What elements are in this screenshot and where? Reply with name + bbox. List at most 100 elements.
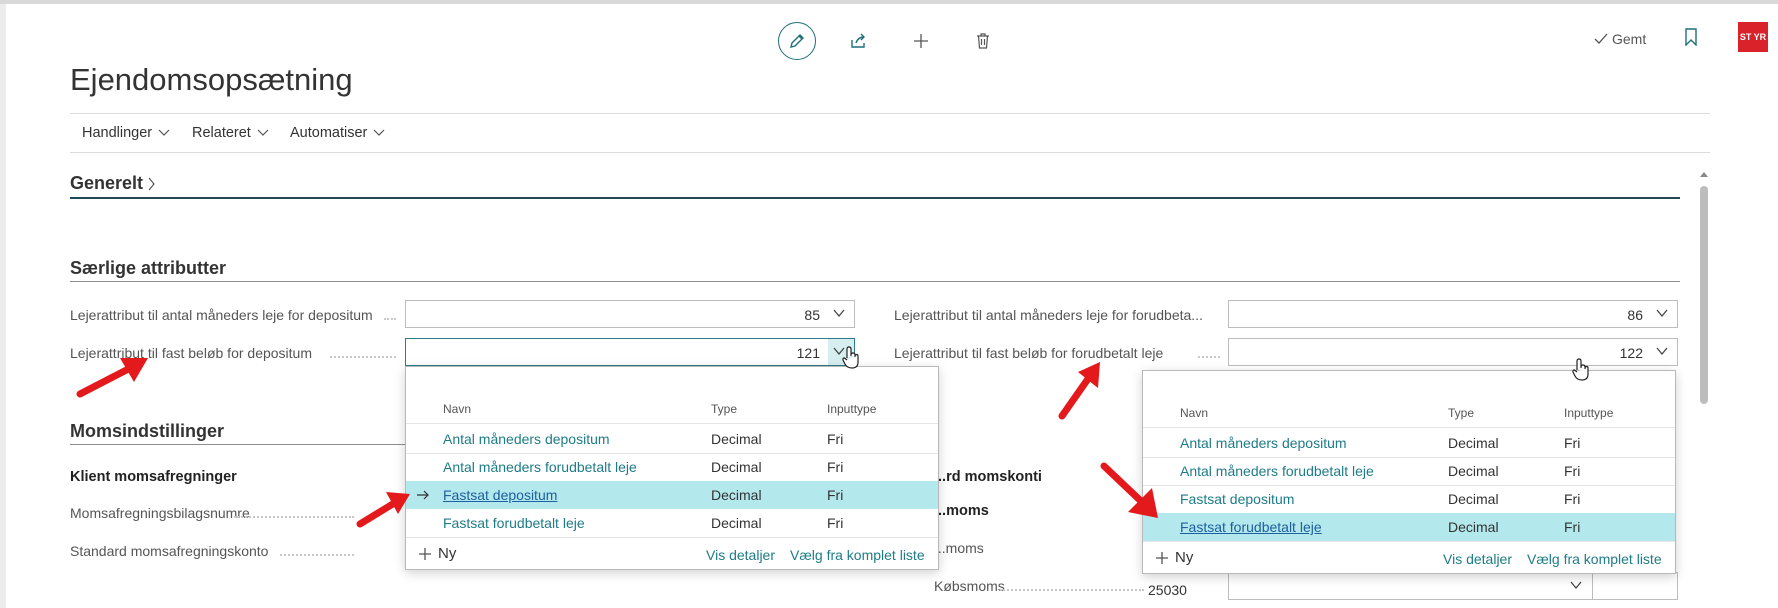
- deposit-fixed-input[interactable]: 121: [405, 338, 855, 366]
- row-name[interactable]: Fastsat depositum: [443, 487, 557, 503]
- show-details-link[interactable]: Vis detaljer: [1443, 551, 1512, 567]
- chevron-right-icon: [148, 177, 155, 190]
- section-special-line: [70, 281, 1680, 282]
- avatar[interactable]: ST YR: [1738, 22, 1768, 52]
- prepaid-months-input[interactable]: 86: [1228, 300, 1678, 328]
- column-header-input-type: Inputtype: [827, 402, 877, 416]
- new-button[interactable]: Ny: [418, 545, 456, 562]
- row-input-type: Fri: [1564, 463, 1581, 479]
- lookup-row-selected[interactable]: Fastsat forudbetalt leje Decimal Fri: [1143, 513, 1675, 541]
- delete-button[interactable]: [964, 22, 1002, 60]
- prepaid-fixed-input[interactable]: 122: [1228, 338, 1678, 366]
- header-separator: [406, 423, 938, 424]
- deposit-months-value: 85: [804, 307, 820, 323]
- scroll-up-icon[interactable]: [1698, 170, 1710, 178]
- row-name[interactable]: Fastsat forudbetalt leje: [1180, 519, 1322, 535]
- menu-relateret[interactable]: Relateret: [192, 125, 269, 141]
- hand-cursor-icon: [842, 346, 859, 369]
- lookup-dropdown-prepaid: Navn Type Inputtype Antal måneders depos…: [1142, 370, 1676, 574]
- menu-relateret-label: Relateret: [192, 125, 251, 141]
- section-vat-line: [70, 444, 405, 445]
- deposit-months-input[interactable]: 85: [405, 300, 855, 328]
- chevron-down-icon[interactable]: [1655, 344, 1669, 358]
- menu-automatiser[interactable]: Automatiser: [290, 125, 385, 141]
- lookup-row[interactable]: Fastsat forudbetalt leje Decimal Fri: [406, 509, 938, 537]
- check-icon: [1594, 33, 1608, 44]
- menu-handlinger[interactable]: Handlinger: [82, 125, 170, 141]
- section-vat-settings: Momsindstillinger: [70, 421, 225, 441]
- arrow-right-icon: [417, 490, 429, 500]
- row-input-type: Fri: [827, 515, 844, 531]
- lookup-row[interactable]: Antal måneders forudbetalt leje Decimal …: [1143, 457, 1675, 485]
- row-name[interactable]: Antal måneders depositum: [443, 431, 610, 447]
- dotted-leader: [1000, 589, 1144, 591]
- show-details-link[interactable]: Vis detaljer: [706, 547, 775, 563]
- hand-cursor-icon: [1572, 358, 1589, 381]
- section-special-attributes: Særlige attributter: [70, 258, 227, 278]
- select-full-list-link[interactable]: Vælg fra komplet liste: [790, 547, 925, 563]
- row-name[interactable]: Antal måneders forudbetalt leje: [443, 459, 637, 475]
- row-type: Decimal: [711, 459, 762, 475]
- row-input-type: Fri: [1564, 491, 1581, 507]
- deposit-months-label: Lejerattribut til antal måneders leje fo…: [70, 307, 373, 323]
- row-name[interactable]: Antal måneders forudbetalt leje: [1180, 463, 1374, 479]
- lookup-row[interactable]: Fastsat depositum Decimal Fri: [1143, 485, 1675, 513]
- section-generelt-line: [70, 197, 1680, 199]
- plus-icon: [419, 547, 431, 560]
- vat-account-label: Standard momsafregningskonto: [70, 543, 269, 559]
- prepaid-months-label: Lejerattribut til antal måneders leje fo…: [894, 307, 1203, 323]
- saved-label: Gemt: [1612, 31, 1647, 47]
- dotted-leader: [330, 356, 396, 358]
- lookup-row[interactable]: Antal måneders depositum Decimal Fri: [406, 425, 938, 453]
- chevron-down-icon[interactable]: [832, 306, 846, 320]
- row-type: Decimal: [711, 487, 762, 503]
- edit-button[interactable]: [778, 22, 816, 60]
- lookup-row-selected[interactable]: Fastsat depositum Decimal Fri: [406, 481, 938, 509]
- lookup-row[interactable]: Antal måneders depositum Decimal Fri: [1143, 429, 1675, 457]
- row-name[interactable]: Antal måneders depositum: [1180, 435, 1347, 451]
- new-label: Ny: [1175, 549, 1194, 566]
- chevron-down-icon[interactable]: [1569, 578, 1583, 592]
- new-button[interactable]: Ny: [1155, 549, 1193, 566]
- menu-automatiser-label: Automatiser: [290, 125, 368, 141]
- bookmark-icon: [1685, 28, 1697, 47]
- saved-status: Gemt: [1594, 31, 1646, 47]
- footer-separator: [1143, 541, 1675, 542]
- dotted-leader: [1198, 356, 1220, 358]
- lookup-dropdown-deposit: Navn Type Inputtype Antal måneders depos…: [405, 366, 939, 570]
- select-full-list-link[interactable]: Vælg fra komplet liste: [1527, 551, 1662, 567]
- section-generelt[interactable]: Generelt: [70, 173, 156, 194]
- share-button[interactable]: [840, 22, 878, 60]
- annotation-arrow-icon: [76, 358, 148, 398]
- scrollbar-thumb[interactable]: [1700, 186, 1708, 404]
- row-input-type: Fri: [827, 487, 844, 503]
- vat-moms-label: ...moms: [934, 540, 984, 556]
- column-header-type: Type: [1448, 406, 1475, 420]
- chevron-down-icon: [257, 129, 269, 136]
- annotation-arrow-icon: [1058, 362, 1100, 420]
- plus-icon: [914, 34, 928, 48]
- prepaid-months-value: 86: [1627, 307, 1643, 323]
- bookmark-button[interactable]: [1684, 28, 1698, 51]
- dotted-leader: [280, 554, 354, 556]
- footer-separator: [406, 537, 938, 538]
- row-input-type: Fri: [827, 459, 844, 475]
- row-type: Decimal: [711, 515, 762, 531]
- share-icon: [851, 33, 865, 48]
- window-left-edge: [0, 4, 6, 608]
- deposit-fixed-value: 121: [796, 345, 820, 361]
- row-name[interactable]: Fastsat depositum: [1180, 491, 1294, 507]
- prepaid-fixed-label: Lejerattribut til fast beløb for forudbe…: [894, 345, 1164, 361]
- page-title: Ejendomsopsætning: [70, 62, 353, 97]
- dotted-leader: [234, 516, 354, 518]
- lookup-row[interactable]: Antal måneders forudbetalt leje Decimal …: [406, 453, 938, 481]
- row-type: Decimal: [1448, 519, 1499, 535]
- chevron-down-icon[interactable]: [1655, 306, 1669, 320]
- dotted-leader: [384, 318, 396, 320]
- row-name[interactable]: Fastsat forudbetalt leje: [443, 515, 585, 531]
- vat-moms-heading: ...moms: [934, 503, 989, 519]
- vat-purchase-input[interactable]: [1228, 572, 1678, 600]
- row-type: Decimal: [1448, 435, 1499, 451]
- row-type: Decimal: [1448, 463, 1499, 479]
- new-button[interactable]: [902, 22, 940, 60]
